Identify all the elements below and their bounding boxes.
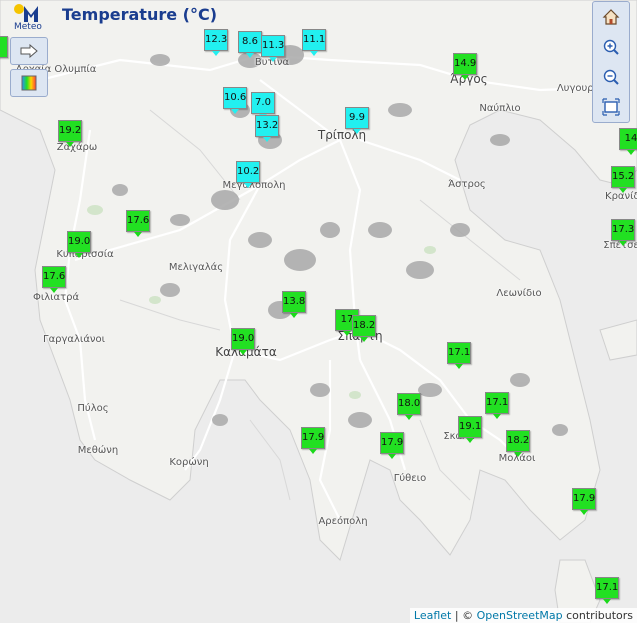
station-value: 18.0 [398, 398, 421, 409]
station-value: 11.3 [262, 40, 285, 51]
zoom-in-button[interactable] [598, 34, 624, 60]
map-terrain [0, 0, 637, 623]
station-value: 13.8 [283, 296, 306, 307]
arrow-button[interactable] [10, 37, 48, 65]
station-marker[interactable]: 17.1 [447, 342, 471, 369]
station-value: 17.9 [381, 437, 404, 448]
station-value: 7.0 [255, 97, 271, 108]
station-value: 17.6 [127, 215, 150, 226]
station-value: 17.6 [43, 271, 66, 282]
place-label: Μελιγαλάς [168, 262, 224, 273]
place-label: Ζαχάρω [56, 142, 98, 153]
station-value: 19.0 [68, 236, 91, 247]
station-value: 12.3 [205, 34, 228, 45]
color-scale-button[interactable] [10, 69, 48, 97]
attribution-suffix: contributors [562, 609, 633, 622]
station-value: 15.2 [612, 171, 635, 182]
station-value: 18.2 [353, 320, 376, 331]
station-marker[interactable]: 17.6 [126, 210, 150, 237]
station-marker[interactable]: 19.2 [58, 120, 82, 147]
station-value: 17.1 [448, 347, 471, 358]
station-marker[interactable]: 14 [619, 128, 637, 155]
station-marker-edge[interactable] [0, 36, 8, 58]
station-marker[interactable]: 9.9 [345, 107, 369, 134]
arrow-right-icon [20, 44, 38, 58]
attribution-separator: | © [451, 609, 477, 622]
station-value: 17.9 [302, 432, 325, 443]
station-value: 19.0 [232, 333, 255, 344]
place-label: Φιλιατρά [32, 292, 80, 303]
station-value: 17.1 [596, 582, 619, 593]
station-marker[interactable]: 10.2 [236, 161, 260, 188]
leaflet-link[interactable]: Leaflet [414, 609, 451, 622]
station-value: 10.2 [237, 166, 260, 177]
openstreetmap-link[interactable]: OpenStreetMap [477, 609, 563, 622]
place-label: Κορώνη [169, 457, 209, 468]
station-marker[interactable]: 17.9 [380, 432, 404, 459]
station-value: 14 [624, 133, 637, 144]
station-marker[interactable]: 10.6 [223, 87, 247, 114]
station-marker[interactable]: 18.2 [506, 430, 530, 457]
map-canvas[interactable]: Αρχαία Ολυμπία Ζαχάρω Βυτίνα Τρίπολη Άργ… [0, 0, 637, 623]
place-label: Άστρος [448, 179, 486, 190]
station-marker[interactable]: 17.9 [301, 427, 325, 454]
station-value: 10.6 [224, 92, 247, 103]
zoom-in-icon [603, 39, 619, 55]
station-value: 14.9 [454, 58, 477, 69]
station-value: 17.1 [486, 397, 509, 408]
station-marker[interactable]: 19.0 [231, 328, 255, 355]
station-marker[interactable]: 18.0 [397, 393, 421, 420]
station-marker[interactable]: 17.3 [611, 219, 635, 246]
station-marker[interactable]: 12.3 [204, 29, 228, 56]
station-marker[interactable]: 14.9 [453, 53, 477, 80]
station-marker[interactable]: 15.2 [611, 166, 635, 193]
place-label: Αρεόπολη [318, 516, 368, 527]
map-attribution: Leaflet | © OpenStreetMap contributors [409, 608, 637, 623]
home-button[interactable] [598, 4, 624, 30]
station-marker[interactable]: 17.1 [485, 392, 509, 419]
fullscreen-icon [602, 98, 620, 116]
station-marker[interactable]: 11.3 [261, 35, 285, 62]
station-marker[interactable]: 19.1 [458, 416, 482, 443]
fullscreen-button[interactable] [598, 94, 624, 120]
map-toolbar [592, 1, 630, 123]
place-label: Γύθειο [393, 473, 427, 484]
station-marker[interactable]: 8.6 [238, 31, 262, 58]
home-icon [602, 9, 620, 25]
zoom-out-icon [603, 69, 619, 85]
station-value: 17.9 [573, 493, 596, 504]
place-label: Λεωνίδιο [496, 288, 542, 299]
station-value: 17.3 [612, 224, 635, 235]
station-marker[interactable]: 17.6 [42, 266, 66, 293]
color-gradient-icon [21, 75, 37, 91]
place-label: Ναύπλιο [479, 103, 521, 114]
station-value: 13.2 [256, 120, 279, 131]
station-marker[interactable]: 7.0 [251, 92, 275, 119]
station-marker[interactable]: 13.8 [282, 291, 306, 318]
station-marker[interactable]: 11.1 [302, 29, 326, 56]
station-marker[interactable]: 13.2 [255, 115, 279, 142]
station-value: 19.1 [459, 421, 482, 432]
place-label: Γαργαλιάνοι [42, 334, 106, 345]
station-value: 8.6 [242, 36, 258, 47]
place-label: Πύλος [77, 403, 109, 414]
map-title: Temperature (°C) [62, 5, 218, 24]
zoom-out-button[interactable] [598, 64, 624, 90]
station-value: 18.2 [507, 435, 530, 446]
station-value: 9.9 [349, 112, 365, 123]
place-label: Μεθώνη [77, 445, 119, 456]
station-value: 19.2 [59, 125, 82, 136]
station-marker[interactable]: 17.1 [595, 577, 619, 604]
station-marker[interactable]: 18.2 [352, 315, 376, 342]
station-marker[interactable]: 19.0 [67, 231, 91, 258]
station-marker[interactable]: 17.9 [572, 488, 596, 515]
station-value: 11.1 [303, 34, 326, 45]
logo-text: Meteo [14, 22, 42, 32]
